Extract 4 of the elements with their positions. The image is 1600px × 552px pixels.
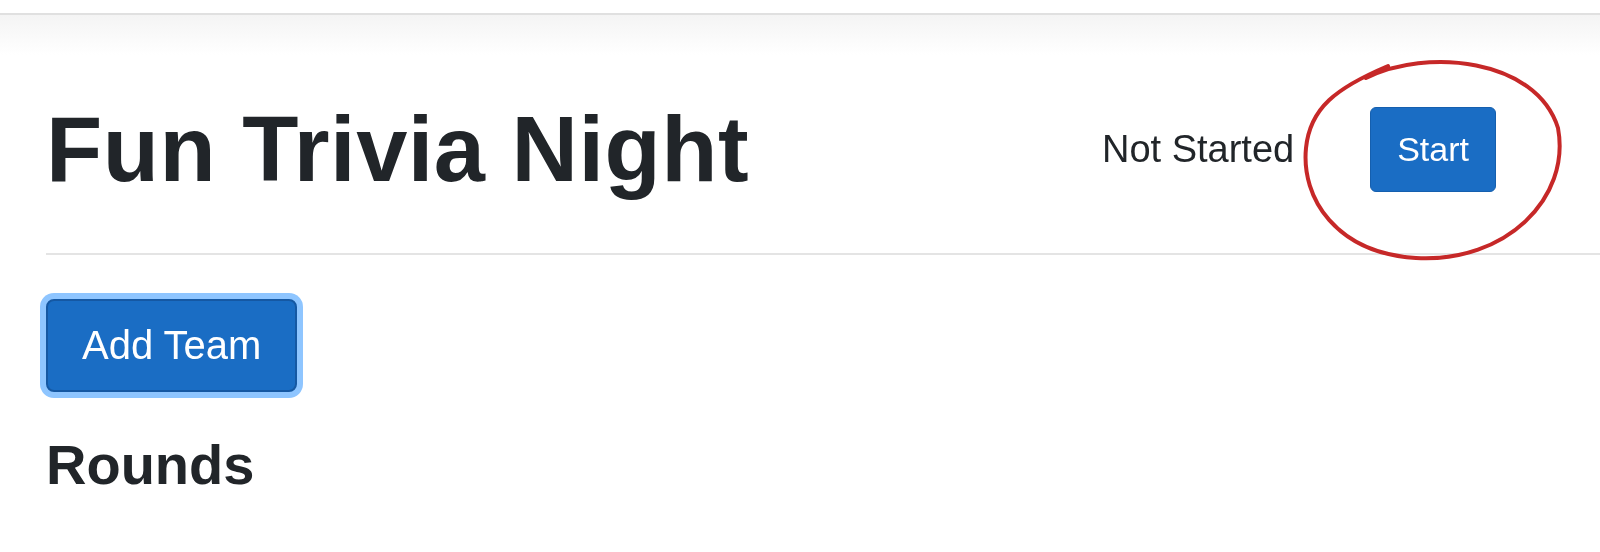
- start-button[interactable]: Start: [1370, 106, 1496, 192]
- section-heading: Rounds: [46, 432, 256, 497]
- status-text: Not Started: [1101, 127, 1295, 171]
- page-title: Fun Trivia Night: [46, 96, 750, 202]
